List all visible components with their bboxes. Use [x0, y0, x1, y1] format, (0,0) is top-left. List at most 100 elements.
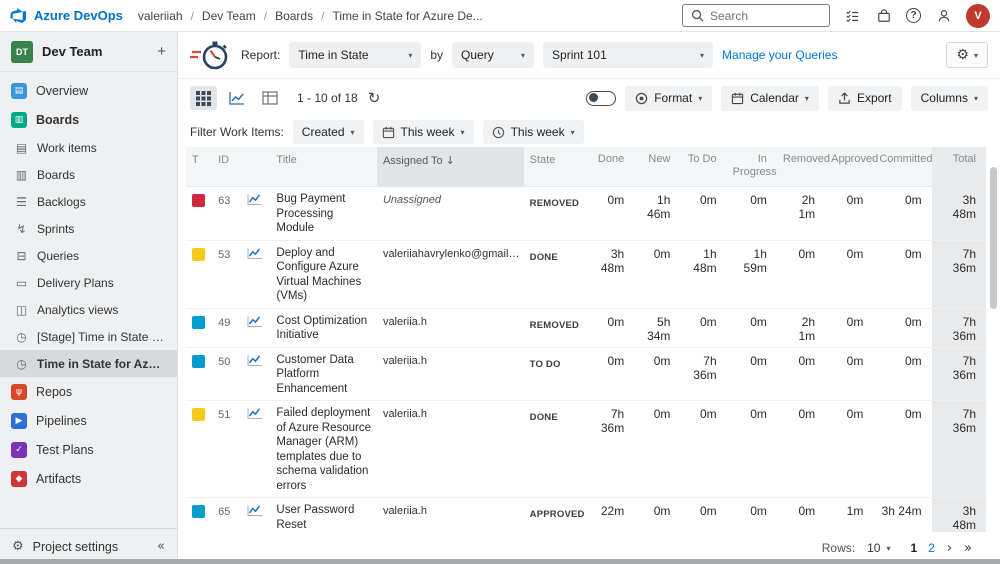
changed-range-select[interactable]: This week ▾	[483, 120, 584, 144]
sidebar-item-label: Analytics views	[37, 303, 118, 317]
sidebar-item-label: Boards	[37, 168, 75, 182]
total-cell: 7h 36m	[932, 347, 986, 401]
sidebar-item-sprints[interactable]: ↯Sprints	[0, 215, 177, 242]
user-settings-icon[interactable]	[935, 7, 952, 24]
work-item-title[interactable]: User Password Reset Functionality	[270, 498, 377, 533]
column-header-committed[interactable]: Committed	[873, 147, 931, 187]
breadcrumb-item[interactable]: Boards	[275, 9, 313, 23]
sidebar-item-queries[interactable]: ⊟Queries	[0, 242, 177, 269]
query-select[interactable]: Sprint 101 ▾	[543, 42, 713, 68]
column-header-in-progress[interactable]: In Progress	[727, 147, 777, 187]
table-view-button[interactable]	[190, 86, 217, 110]
preview-toggle[interactable]	[586, 91, 616, 106]
azure-devops-logo[interactable]	[10, 7, 27, 24]
sidebar-item-time-in-state-for-azure-devo[interactable]: ◷Time in State for Azure DevO...	[0, 350, 177, 377]
approved-cell: 0m	[825, 187, 873, 241]
column-header-new[interactable]: New	[634, 147, 680, 187]
task-list-icon[interactable]	[844, 7, 861, 24]
history-chart-icon[interactable]	[246, 193, 263, 206]
export-button[interactable]: Export	[828, 86, 902, 111]
work-item-title[interactable]: Cost Optimization Initiative	[270, 308, 377, 347]
work-item-title[interactable]: Customer Data Platform Enhancement	[270, 347, 377, 401]
repos-icon: ψ	[11, 384, 27, 400]
last-page-button[interactable]: »	[964, 541, 972, 556]
created-range-select[interactable]: This week ▾	[373, 120, 474, 144]
filter-field-select[interactable]: Created ▾	[293, 120, 364, 144]
column-header-id[interactable]: ID	[212, 147, 240, 187]
sidebar-hub-pipelines[interactable]: ▶Pipelines	[0, 406, 177, 435]
chart-view-button[interactable]	[223, 86, 250, 110]
sidebar-item-boards[interactable]: ▥Boards	[0, 161, 177, 188]
work-item-title[interactable]: Bug Payment Processing Module	[270, 187, 377, 241]
column-header-approved[interactable]: Approved	[825, 147, 873, 187]
search-input[interactable]	[710, 9, 821, 23]
sidebar-item-work-items[interactable]: ▤Work items	[0, 134, 177, 161]
work-item-title[interactable]: Deploy and Configure Azure Virtual Machi…	[270, 240, 377, 308]
search-box[interactable]	[682, 4, 830, 27]
matrix-view-button[interactable]	[256, 86, 283, 110]
work-item-title[interactable]: Failed deployment of Azure Resource Mana…	[270, 401, 377, 498]
avatar[interactable]: V	[966, 4, 990, 28]
column-header-assigned-to[interactable]: Assigned To↓	[377, 147, 524, 187]
add-project-button[interactable]: +	[157, 43, 166, 60]
column-header-done[interactable]: Done	[586, 147, 634, 187]
history-chart-icon[interactable]	[246, 247, 263, 260]
history-chart-icon[interactable]	[246, 407, 263, 420]
work-item-id: 53	[212, 240, 240, 308]
history-chart-icon[interactable]	[246, 504, 263, 517]
columns-button[interactable]: Columns ▾	[911, 86, 988, 111]
history-chart-icon[interactable]	[246, 315, 263, 328]
collapse-icon[interactable]: «	[157, 539, 165, 554]
delivery-plans-icon: ▭	[14, 276, 29, 290]
sidebar-item-delivery-plans[interactable]: ▭Delivery Plans	[0, 269, 177, 296]
sidebar-hub-test-plans[interactable]: ✓Test Plans	[0, 435, 177, 464]
page-1[interactable]: 1	[910, 541, 917, 555]
refresh-icon[interactable]: ↻	[368, 89, 381, 107]
table-row[interactable]: 53 Deploy and Configure Azure Virtual Mac…	[186, 240, 986, 308]
column-header-state[interactable]: State	[524, 147, 586, 187]
page-2[interactable]: 2	[928, 541, 935, 555]
column-header-removed[interactable]: Removed	[777, 147, 825, 187]
work-item-id: 65	[212, 498, 240, 533]
breadcrumb-item[interactable]: Dev Team	[202, 9, 256, 23]
sidebar-hub-overview[interactable]: ▤Overview	[0, 76, 177, 105]
help-icon[interactable]: ?	[906, 8, 921, 23]
sidebar-hub-boards[interactable]: ▥Boards	[0, 105, 177, 134]
scrollbar-thumb[interactable]	[990, 167, 997, 309]
manage-queries-link[interactable]: Manage your Queries	[722, 48, 837, 62]
table-row[interactable]: 51Failed deployment of Azure Resource Ma…	[186, 401, 986, 498]
report-type-select[interactable]: Time in State ▾	[289, 42, 421, 68]
column-header-chart[interactable]	[240, 147, 270, 187]
column-header-type[interactable]: T	[186, 147, 212, 187]
topbar-right: ? V	[682, 4, 990, 28]
brand-name[interactable]: Azure DevOps	[34, 8, 123, 23]
column-header-title[interactable]: Title	[270, 147, 377, 187]
report-settings-button[interactable]: ⚙ ▾	[946, 42, 988, 68]
marketplace-bag-icon[interactable]	[875, 7, 892, 24]
table-row[interactable]: 49Cost Optimization Initiativevaleriia.h…	[186, 308, 986, 347]
breadcrumb-item[interactable]: valeriiah	[138, 9, 183, 23]
history-chart-icon[interactable]	[246, 354, 263, 367]
in-progress-cell: 0m	[727, 498, 777, 533]
calendar-button[interactable]: Calendar ▾	[721, 86, 819, 111]
table-row[interactable]: 63Bug Payment Processing ModuleUnassigne…	[186, 187, 986, 241]
total-cell: 3h 48m	[932, 187, 986, 241]
column-header-total[interactable]: Total	[932, 147, 986, 187]
sidebar-hub-artifacts[interactable]: ◆Artifacts	[0, 464, 177, 493]
sidebar-hub-repos[interactable]: ψRepos	[0, 377, 177, 406]
table-row[interactable]: 50Customer Data Platform Enhancementvale…	[186, 347, 986, 401]
state-value: TO DO	[530, 359, 561, 370]
breadcrumb-item[interactable]: Time in State for Azure De...	[332, 9, 482, 23]
format-button[interactable]: Format ▾	[625, 86, 712, 111]
table-row[interactable]: 65User Password Reset Functionalityvaler…	[186, 498, 986, 533]
vertical-scrollbar[interactable]	[989, 149, 997, 532]
source-select[interactable]: Query ▾	[452, 42, 534, 68]
sidebar-item-analytics-views[interactable]: ◫Analytics views	[0, 296, 177, 323]
new-cell: 0m	[634, 240, 680, 308]
column-header-to-do[interactable]: To Do	[680, 147, 726, 187]
rows-per-page-select[interactable]: 10 ▾	[867, 541, 890, 555]
sidebar-item-backlogs[interactable]: ☰Backlogs	[0, 188, 177, 215]
project-header[interactable]: DT Dev Team +	[0, 32, 177, 72]
next-page-button[interactable]: ›	[947, 541, 952, 556]
sidebar-item-stage-time-in-state-for-azur[interactable]: ◷[Stage] Time in State for Azur...	[0, 323, 177, 350]
